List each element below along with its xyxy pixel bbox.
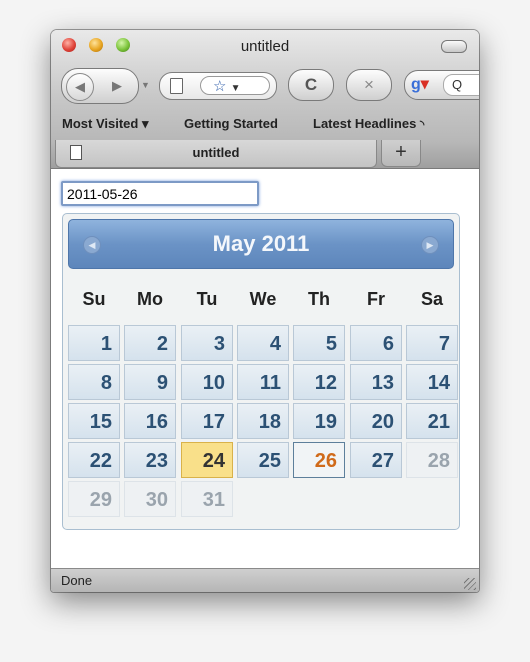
day-cell[interactable]: 25: [237, 442, 289, 478]
back-forward-group: ◀ ▶: [61, 68, 139, 104]
weekday-header: Mo: [137, 289, 163, 309]
back-button[interactable]: ◀: [66, 73, 94, 101]
weekday-header: Fr: [367, 289, 385, 309]
bookmark-star-button[interactable]: ☆ ▼: [200, 76, 270, 95]
bookmark-getting-started[interactable]: Getting Started: [184, 116, 278, 131]
day-cell[interactable]: 9: [124, 364, 176, 400]
page-content: ◀ May 2011 ▶ SuMoTuWeThFrSa 123456789101…: [51, 169, 479, 568]
day-cell[interactable]: 14: [406, 364, 458, 400]
weekday-header: Sa: [420, 289, 444, 309]
status-text: Done: [61, 573, 93, 588]
day-cell[interactable]: 2: [124, 325, 176, 361]
new-tab-button[interactable]: +: [381, 140, 421, 167]
weekday-header: Su: [82, 289, 106, 309]
forward-arrow-icon: ▶: [112, 78, 122, 93]
navigation-toolbar: ◀ ▶ ▼ ☆ ▼ C × g▾ Q: [51, 66, 479, 106]
status-bar: Done: [51, 568, 479, 592]
datepicker-header: ◀ May 2011 ▶: [68, 219, 454, 269]
bookmark-most-visited[interactable]: Most Visited ▾: [62, 116, 148, 132]
day-cell[interactable]: 10: [181, 364, 233, 400]
day-cell[interactable]: 18: [237, 403, 289, 439]
day-cell-today[interactable]: 24: [181, 442, 233, 478]
day-cell[interactable]: 4: [237, 325, 289, 361]
forward-button[interactable]: ▶: [104, 73, 130, 99]
bookmarks-toolbar: Most Visited ▾ Getting Started Latest He…: [51, 114, 479, 136]
day-cell[interactable]: 20: [350, 403, 402, 439]
tab-untitled[interactable]: untitled: [55, 140, 377, 168]
weekday-header: Th: [308, 289, 330, 309]
browser-window: untitled ◀ ▶ ▼ ☆ ▼ C × g▾ Q Most Visited…: [51, 30, 479, 592]
day-cell[interactable]: 27: [350, 442, 402, 478]
tab-label: untitled: [192, 145, 240, 160]
tab-bar: untitled +: [51, 140, 479, 169]
day-cell[interactable]: 12: [293, 364, 345, 400]
toolbar-toggle-button[interactable]: [441, 40, 467, 53]
weekday-header: Tu: [196, 289, 218, 309]
rss-icon: ◝: [419, 119, 425, 131]
stop-icon: ×: [364, 75, 374, 94]
bookmark-latest-headlines[interactable]: Latest Headlines ◝: [313, 116, 424, 131]
resize-grip-icon[interactable]: [464, 578, 476, 590]
weekday-header: We: [249, 289, 277, 309]
day-cell[interactable]: 6: [350, 325, 402, 361]
day-cell-disabled: 31: [181, 481, 233, 517]
month-title: May 2011: [212, 231, 310, 256]
star-icon: ☆: [213, 78, 227, 95]
day-cell-disabled: 29: [68, 481, 120, 517]
window-title: untitled: [240, 38, 290, 55]
day-cell[interactable]: 22: [68, 442, 120, 478]
next-arrow-icon: ▶: [426, 240, 434, 250]
chevron-down-icon: ▼: [230, 83, 241, 94]
day-cell[interactable]: 11: [237, 364, 289, 400]
back-arrow-icon: ◀: [75, 79, 85, 94]
day-cell[interactable]: 7: [406, 325, 458, 361]
page-icon: [170, 78, 183, 94]
day-cell-disabled: 28: [406, 442, 458, 478]
day-cell[interactable]: 16: [124, 403, 176, 439]
date-input[interactable]: [61, 181, 259, 206]
day-cell[interactable]: 1: [68, 325, 120, 361]
stop-button[interactable]: ×: [346, 69, 392, 101]
day-cell-disabled: 30: [124, 481, 176, 517]
reload-button[interactable]: C: [288, 69, 334, 101]
google-search-icon[interactable]: g▾: [411, 76, 429, 94]
day-cell[interactable]: 23: [124, 442, 176, 478]
title-bar: untitled ◀ ▶ ▼ ☆ ▼ C × g▾ Q Most Visited…: [51, 30, 479, 141]
day-cell[interactable]: 5: [293, 325, 345, 361]
search-icon: Q: [452, 77, 463, 92]
day-cell[interactable]: 21: [406, 403, 458, 439]
search-input[interactable]: Q: [443, 74, 479, 96]
day-cell[interactable]: 15: [68, 403, 120, 439]
day-cell[interactable]: 13: [350, 364, 402, 400]
day-cell[interactable]: 17: [181, 403, 233, 439]
reload-icon: C: [304, 75, 318, 94]
next-month-button[interactable]: ▶: [421, 236, 439, 254]
datepicker: ◀ May 2011 ▶ Su Mo Tu We Th Fr Sa 1 2 3 4 5 6 7 8 9 10 1…: [62, 213, 460, 530]
day-cell-selected[interactable]: 26: [293, 442, 345, 478]
day-cell[interactable]: 19: [293, 403, 345, 439]
day-cell[interactable]: 8: [68, 364, 120, 400]
search-box[interactable]: g▾ Q: [404, 70, 479, 100]
day-cell[interactable]: 3: [181, 325, 233, 361]
url-bar[interactable]: ☆ ▼: [159, 72, 277, 100]
history-dropdown-icon[interactable]: ▼: [141, 80, 150, 90]
